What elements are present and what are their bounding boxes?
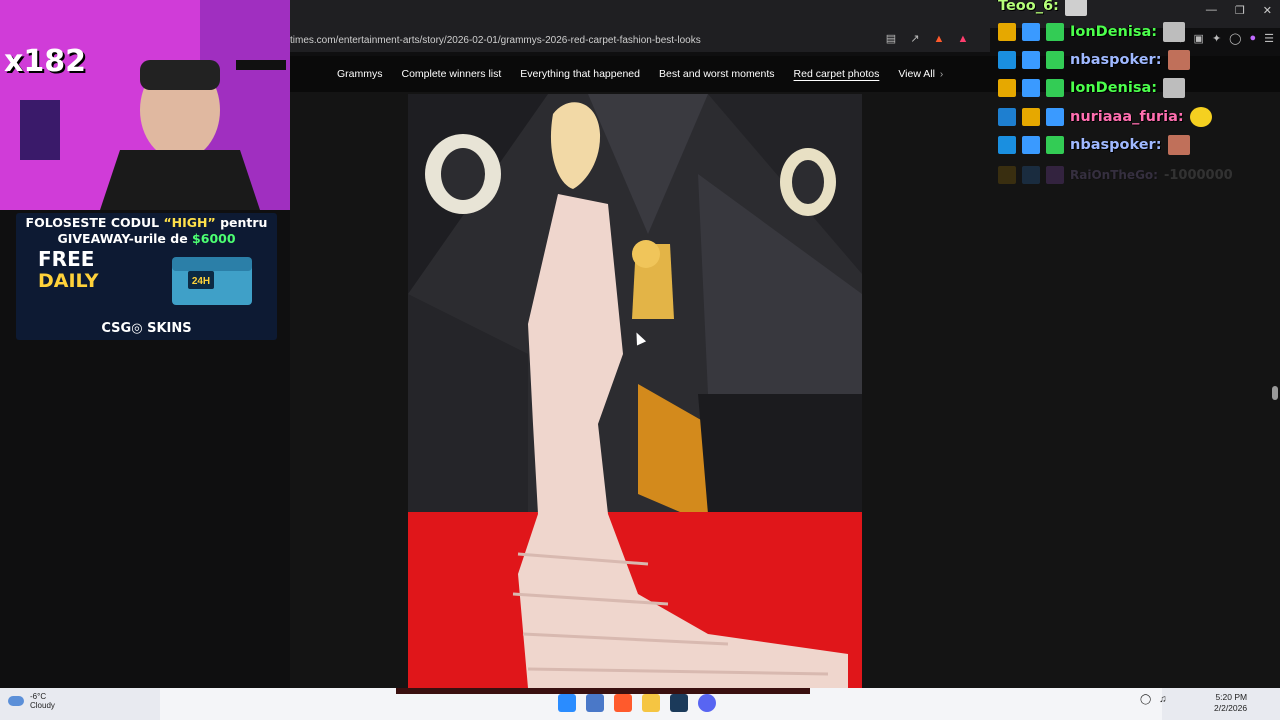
- promo-daily: DAILY: [38, 270, 99, 292]
- gift-badge-icon: [1046, 51, 1064, 69]
- robot-badge-icon: [1022, 79, 1040, 97]
- chat-overlay: Teoo_6: IonDenisa: nbaspoker: IonDenisa:: [998, 0, 1280, 190]
- volume-icon[interactable]: ♫: [1159, 694, 1167, 705]
- chat-message: Teoo_6:: [998, 0, 1087, 18]
- nav-item-red-carpet-photos[interactable]: Red carpet photos: [794, 68, 880, 80]
- address-bar[interactable]: times.com/entertainment-arts/story/2026-…: [290, 28, 990, 52]
- taskbar-apps: [558, 694, 716, 712]
- gift-badge-icon: [1046, 79, 1064, 97]
- address-bar-icons: ▤ ↗ ▲ ▲: [884, 32, 970, 46]
- promo-brand: CSG◎ SKINS: [101, 321, 192, 336]
- anniversary-badge-icon: [998, 51, 1016, 69]
- gift-badge-icon: [1046, 136, 1064, 154]
- clock-time: 5:20 PM: [1215, 692, 1248, 702]
- chat-username: IonDenisa:: [1070, 80, 1158, 96]
- weather-temp: -6°C: [30, 692, 47, 701]
- start-menu-icon[interactable]: [558, 694, 576, 712]
- url-text[interactable]: times.com/entertainment-arts/story/2026-…: [290, 35, 701, 46]
- chat-message-text: -1000000: [1163, 167, 1233, 183]
- nav-item-winners-list[interactable]: Complete winners list: [402, 68, 502, 80]
- webcam-illustration: [0, 0, 290, 210]
- promo-text-3: GIVEAWAY-urile de: [57, 231, 193, 246]
- share-icon[interactable]: ↗: [908, 32, 922, 46]
- robot-badge-icon: [1022, 23, 1040, 41]
- sub-badge-icon: [1046, 166, 1064, 184]
- chat-message: nbaspoker:: [998, 48, 1190, 72]
- taskbar-clock[interactable]: 5:20 PM 2/2/2026: [1214, 692, 1247, 714]
- crown-badge-icon: [998, 23, 1016, 41]
- emote-icon: [1167, 135, 1190, 155]
- chevron-right-icon: ›: [939, 68, 944, 80]
- discord-icon[interactable]: [698, 694, 716, 712]
- treasure-chest-icon: 24H: [172, 257, 252, 305]
- gift-badge-icon: [1046, 23, 1064, 41]
- crown-badge-icon: [998, 166, 1016, 184]
- emote-icon: [1064, 0, 1087, 16]
- emote-icon: [1163, 78, 1186, 98]
- chat-message: RaiOnTheGo: -1000000: [998, 163, 1233, 187]
- chat-username: nbaspoker:: [1070, 52, 1162, 68]
- hammer-badge-icon: [998, 108, 1016, 126]
- emote-icon: [1189, 107, 1212, 127]
- streamer-webcam: x182: [0, 0, 290, 210]
- red-carpet-photo[interactable]: [408, 94, 862, 688]
- promo-headline: FOLOSESTE CODUL “HIGH” pentru GIVEAWAY-u…: [16, 213, 277, 247]
- promo-code: “HIGH”: [163, 215, 216, 230]
- robot-badge-icon: [1022, 51, 1040, 69]
- system-tray: ◯ ♫: [1140, 694, 1167, 705]
- emote-icon: [1167, 50, 1190, 70]
- photo-illustration: [408, 94, 862, 688]
- clock-date: 2/2/2026: [1214, 703, 1248, 713]
- chat-message: IonDenisa:: [998, 76, 1186, 100]
- multiplier-counter: x182: [4, 44, 86, 79]
- anniversary-badge-icon: [998, 136, 1016, 154]
- chat-username: Teoo_6:: [998, 0, 1059, 14]
- chest-label: 24H: [192, 276, 210, 287]
- task-view-icon[interactable]: [586, 694, 604, 712]
- chat-username: nbaspoker:: [1070, 137, 1162, 153]
- cloud-icon: [8, 696, 24, 706]
- network-icon[interactable]: ◯: [1140, 694, 1151, 705]
- chat-message: nbaspoker:: [998, 133, 1190, 157]
- file-explorer-icon[interactable]: [642, 694, 660, 712]
- robot-badge-icon: [1022, 166, 1040, 184]
- promo-free: FREE: [38, 247, 95, 271]
- promo-text-1: FOLOSESTE CODUL: [25, 215, 164, 230]
- chat-message: nuriaaa_furia:: [998, 105, 1212, 129]
- promo-text-2: pentru: [215, 215, 268, 230]
- nav-item-grammys[interactable]: Grammys: [337, 68, 383, 80]
- weather-desc: Cloudy: [30, 701, 55, 710]
- promo-amount: $6000: [192, 231, 236, 246]
- weather-widget[interactable]: -6°C Cloudy: [8, 692, 55, 710]
- chat-message: IonDenisa:: [998, 20, 1186, 44]
- nav-item-everything-happened[interactable]: Everything that happened: [520, 68, 640, 80]
- brave-shield-icon[interactable]: ▲: [932, 32, 946, 46]
- crown-badge-icon: [1022, 108, 1040, 126]
- giveaway-promo-banner: FOLOSESTE CODUL “HIGH” pentru GIVEAWAY-u…: [16, 213, 277, 340]
- reader-mode-icon[interactable]: ▤: [884, 32, 898, 46]
- robot-badge-icon: [1022, 136, 1040, 154]
- brave-rewards-icon[interactable]: ▲: [956, 32, 970, 46]
- nav-item-view-all[interactable]: View All: [898, 68, 935, 80]
- crown-badge-icon: [998, 79, 1016, 97]
- emote-icon: [1163, 22, 1186, 42]
- page-scrollbar[interactable]: [1270, 56, 1280, 688]
- chat-username: IonDenisa:: [1070, 24, 1158, 40]
- robot-badge-icon: [1046, 108, 1064, 126]
- nav-item-best-worst-moments[interactable]: Best and worst moments: [659, 68, 775, 80]
- chat-username: nuriaaa_furia:: [1070, 109, 1184, 125]
- screen: — ❐ ✕ times.com/entertainment-arts/story…: [0, 0, 1280, 720]
- steam-icon[interactable]: [670, 694, 688, 712]
- scrollbar-thumb[interactable]: [1272, 386, 1278, 400]
- brave-browser-icon[interactable]: [614, 694, 632, 712]
- chat-username: RaiOnTheGo:: [1070, 168, 1158, 182]
